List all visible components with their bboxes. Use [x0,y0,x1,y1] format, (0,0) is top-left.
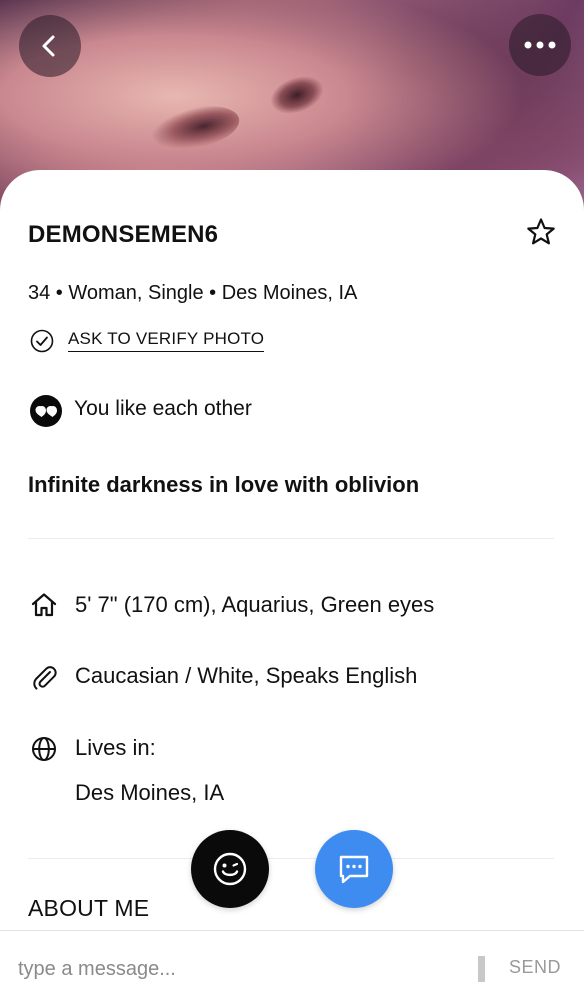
mutual-like-icon [30,395,62,427]
profile-meta: 34 • Woman, Single • Des Moines, IA [28,282,358,304]
detail-background: Caucasian / White, Speaks English [75,663,418,688]
message-input[interactable] [18,955,458,983]
back-icon [42,35,55,57]
back-button[interactable] [19,15,81,77]
composer-separator [478,956,485,982]
globe-icon [32,737,56,761]
section-divider [28,538,554,539]
paperclip-icon [33,666,57,690]
profile-headline: Infinite darkness in love with oblivion [28,472,420,497]
home-icon [31,593,57,617]
lives-in-label: Lives in: [75,735,156,760]
mutual-like-text: You like each other [74,397,252,420]
chat-icon [339,855,369,884]
message-composer: SEND [0,930,584,1000]
detail-basics: 5' 7" (170 cm), Aquarius, Green eyes [75,592,435,617]
section-divider [28,858,554,859]
send-smile-button[interactable] [191,830,269,908]
verified-check-icon [30,329,54,353]
about-me-heading: ABOUT ME [28,895,150,921]
profile-username: DEMONSEMEN6 [28,221,219,248]
photo-detail [265,69,329,121]
photo-detail [146,99,244,157]
ask-to-verify-link[interactable]: ASK TO VERIFY PHOTO [68,329,265,352]
open-chat-button[interactable] [315,830,393,908]
lives-in-value: Des Moines, IA [75,780,225,805]
star-icon[interactable] [526,217,556,247]
more-icon [524,41,556,49]
smiley-icon [213,852,247,886]
more-options-button[interactable] [509,14,571,76]
send-button[interactable]: SEND [509,957,561,978]
